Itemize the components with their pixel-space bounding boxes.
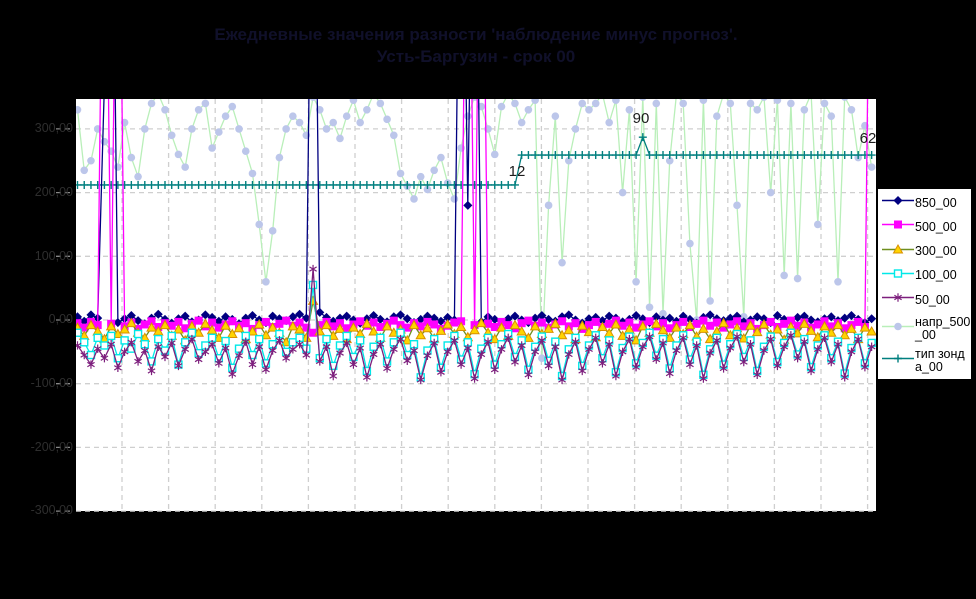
legend-marker-square-icon <box>881 218 915 236</box>
y-tick-label-m300: -300,00 <box>30 503 73 517</box>
legend-item-300: 300_00 <box>881 243 971 261</box>
legend-label: 850_00 <box>915 195 957 210</box>
annotation-12: 12 <box>509 163 526 180</box>
y-tick-label-0: 0,00 <box>48 312 73 326</box>
legend-item-50: 50_00 <box>881 291 971 309</box>
legend-label: 500_00 <box>915 219 957 234</box>
legend-label: напр_500_00 <box>915 314 971 342</box>
legend-label: 50_00 <box>915 292 950 307</box>
legend-marker-open-square-icon <box>881 267 915 285</box>
legend-item-100: 100_00 <box>881 267 971 285</box>
y-tick-label-m100: -100,00 <box>30 376 73 390</box>
annotation-90: 90 <box>633 110 650 127</box>
legend-marker-asterisk-icon <box>881 291 915 309</box>
legend-label: тип зонда_00 <box>915 346 965 374</box>
legend-marker-diamond-icon <box>881 194 915 212</box>
legend-marker-plus-icon <box>881 352 915 370</box>
y-tick-label-200: 200,00 <box>34 185 73 199</box>
legend-label: 100_00 <box>915 268 957 283</box>
chart-canvas: Ежедневные значения разности 'наблюдение… <box>0 0 976 599</box>
legend-marker-circle-icon <box>881 320 915 338</box>
legend-label: 300_00 <box>915 244 957 259</box>
legend-item-napr-500: напр_500_00 <box>881 314 971 342</box>
y-tick-label-m200: -200,00 <box>30 440 73 454</box>
legend-marker-triangle-icon <box>881 243 915 261</box>
legend-item-500: 500_00 <box>881 218 971 236</box>
legend-item-850: 850_00 <box>881 194 971 212</box>
legend-item-tip-zonda: тип зонда_00 <box>881 346 971 374</box>
y-tick-label-300: 300,00 <box>34 121 73 135</box>
chart-plot: 12 90 62 <box>56 99 877 512</box>
annotation-62: 62 <box>860 130 877 147</box>
y-tick-label-100: 100,00 <box>34 249 73 263</box>
chart-legend: 850_00 500_00 300_00 100_00 50_00 напр_5… <box>877 188 972 380</box>
